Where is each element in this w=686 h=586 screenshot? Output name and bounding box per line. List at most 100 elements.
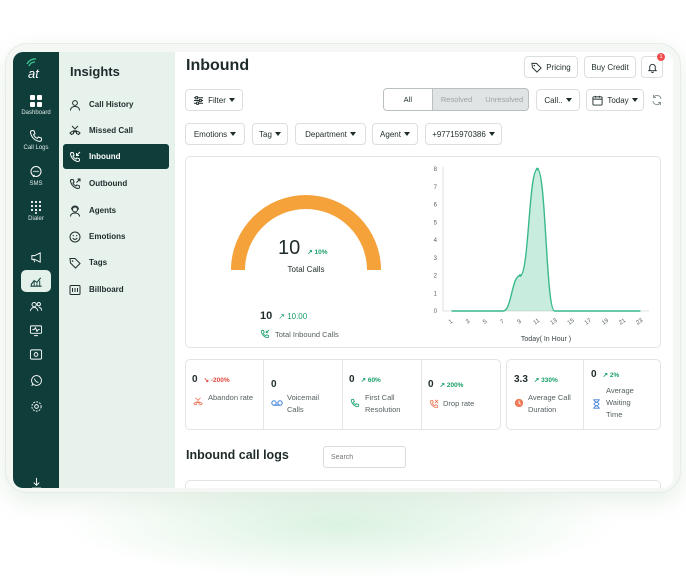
- x-tick-label: 9: [517, 318, 524, 325]
- filter-label: Filter: [208, 95, 226, 105]
- dialpad-icon: [30, 200, 42, 214]
- metric-change-value: -200%: [210, 377, 230, 384]
- gauge-label: Total Calls: [287, 265, 325, 274]
- notifications-button[interactable]: 1: [641, 53, 665, 78]
- bell-icon: [647, 63, 657, 73]
- sidebar-item-emotions[interactable]: Emotions: [63, 224, 169, 249]
- rail-settings[interactable]: [21, 395, 51, 417]
- call-type-label: Call..: [544, 95, 563, 105]
- logout-icon: [31, 477, 41, 488]
- monitor-icon: [29, 324, 43, 336]
- tag-icon: [531, 62, 542, 73]
- insights-sidebar: Insights Call History Missed Call Inboun…: [59, 52, 175, 488]
- rail-item-dashboard[interactable]: Dashboard: [17, 94, 55, 116]
- chevron-down-icon: [228, 98, 235, 102]
- date-range-select[interactable]: Today: [586, 89, 644, 111]
- gauge-change-value: 10%: [314, 249, 328, 256]
- metric-value: 0: [428, 379, 434, 390]
- metric-value: 0: [271, 379, 277, 390]
- page-title: Inbound: [186, 57, 250, 74]
- metric-label: Average Call Duration: [528, 393, 571, 414]
- whatsapp-icon: [30, 374, 42, 386]
- number-select[interactable]: +97715970386: [425, 123, 502, 145]
- sidebar-item-billboard[interactable]: Billboard: [63, 277, 169, 302]
- sidebar-item-label: Billboard: [89, 285, 124, 294]
- rail-item-sms[interactable]: SMS: [17, 165, 55, 187]
- metric-value: 3.3: [514, 374, 528, 385]
- drop-icon: [429, 399, 439, 409]
- rail-contacts[interactable]: [21, 295, 51, 317]
- metric-abandon-value-group: 0 ↘ -200%: [192, 374, 230, 385]
- filter-button[interactable]: Filter: [185, 89, 243, 111]
- rail-item-call-logs[interactable]: Call Logs: [17, 129, 55, 151]
- rail-wallet[interactable]: [21, 343, 51, 365]
- y-tick-label: 1: [434, 291, 438, 297]
- number-label: +97715970386: [432, 129, 486, 139]
- sidebar-item-label: Agents: [89, 206, 117, 215]
- buy-credit-button[interactable]: Buy Credit: [584, 56, 636, 78]
- sidebar-item-label: Call History: [89, 100, 134, 109]
- y-tick-label: 3: [434, 256, 438, 262]
- sidebar-item-label: Inbound: [89, 152, 121, 161]
- metric-change: ↗ 2%: [602, 372, 620, 379]
- metric-value: 0: [349, 374, 355, 385]
- agent-label: Agent: [380, 129, 401, 139]
- metric-label: Average Waiting Time: [606, 386, 634, 419]
- rail-campaigns[interactable]: [21, 246, 51, 268]
- pricing-button[interactable]: Pricing: [524, 56, 578, 78]
- emotions-label: Emotions: [193, 129, 228, 139]
- sidebar-item-inbound[interactable]: Inbound: [63, 144, 169, 169]
- sidebar-title: Insights: [70, 64, 120, 79]
- sidebar-item-label: Tags: [89, 258, 108, 267]
- sidebar-item-outbound[interactable]: Outbound: [63, 171, 169, 196]
- sidebar-item-call-history[interactable]: Call History: [63, 92, 169, 117]
- inbound-total-value: 10: [260, 310, 273, 322]
- agent-icon: [70, 205, 80, 217]
- rail-whatsapp[interactable]: [21, 369, 51, 391]
- segment-resolved[interactable]: Resolved: [433, 89, 481, 110]
- sliders-icon: [194, 95, 204, 105]
- segment-all[interactable]: All: [384, 89, 433, 110]
- department-select[interactable]: Department: [295, 123, 366, 145]
- emotions-select[interactable]: Emotions: [185, 123, 245, 145]
- rail-label: Call Logs: [23, 145, 49, 151]
- overview-card: 10 ↗ 10% Total Calls 10 ↗ 10.00 Total In…: [185, 156, 661, 348]
- agent-select[interactable]: Agent: [372, 123, 418, 145]
- metric-change: ↗ 200%: [439, 382, 464, 389]
- segment-unresolved[interactable]: Unresolved: [480, 89, 528, 110]
- metric-voicemail-value-group: 0: [271, 374, 277, 392]
- app-window: at Dashboard Call Logs SMS Dialer Insigh…: [13, 52, 673, 488]
- sidebar-item-missed-call[interactable]: Missed Call: [63, 118, 169, 143]
- search-input[interactable]: [323, 446, 406, 468]
- brand-logo[interactable]: at: [24, 58, 48, 82]
- chevron-down-icon: [403, 132, 410, 136]
- gauge-value: 10: [278, 237, 301, 259]
- x-tick-label: 5: [482, 318, 489, 325]
- rail-monitor[interactable]: [21, 319, 51, 341]
- tag-icon: [69, 257, 81, 269]
- svg-text:at: at: [28, 66, 40, 81]
- call-type-select[interactable]: Call..: [536, 89, 580, 111]
- chevron-down-icon: [349, 132, 356, 136]
- gauge-change: ↗ 10%: [307, 249, 328, 256]
- metric-label: First Call Resolution: [365, 393, 401, 414]
- tag-select[interactable]: Tag: [252, 123, 288, 145]
- inbound-total-change: ↗ 10.00: [278, 312, 308, 321]
- data-point: [518, 274, 522, 277]
- sidebar-item-agents[interactable]: Agents: [63, 198, 169, 223]
- rail-item-dialer[interactable]: Dialer: [17, 200, 55, 222]
- sidebar-item-tags[interactable]: Tags: [63, 250, 169, 275]
- wallet-icon: [29, 348, 43, 360]
- metric-drop-value-group: 0 ↗ 200%: [428, 379, 463, 390]
- voicemail-icon: [271, 400, 283, 406]
- x-tick-label: 11: [533, 318, 542, 327]
- refresh-icon[interactable]: [651, 94, 663, 106]
- rail-insights[interactable]: [21, 270, 51, 292]
- hourglass-icon: [593, 399, 600, 409]
- x-tick-label: 15: [567, 317, 576, 326]
- user-icon: [70, 99, 80, 111]
- nav-rail: at Dashboard Call Logs SMS Dialer: [13, 52, 59, 488]
- inbound-total-change-value: 10.00: [287, 312, 308, 321]
- metric-label: Voicemail Calls: [287, 393, 320, 414]
- rail-logout[interactable]: [21, 472, 51, 488]
